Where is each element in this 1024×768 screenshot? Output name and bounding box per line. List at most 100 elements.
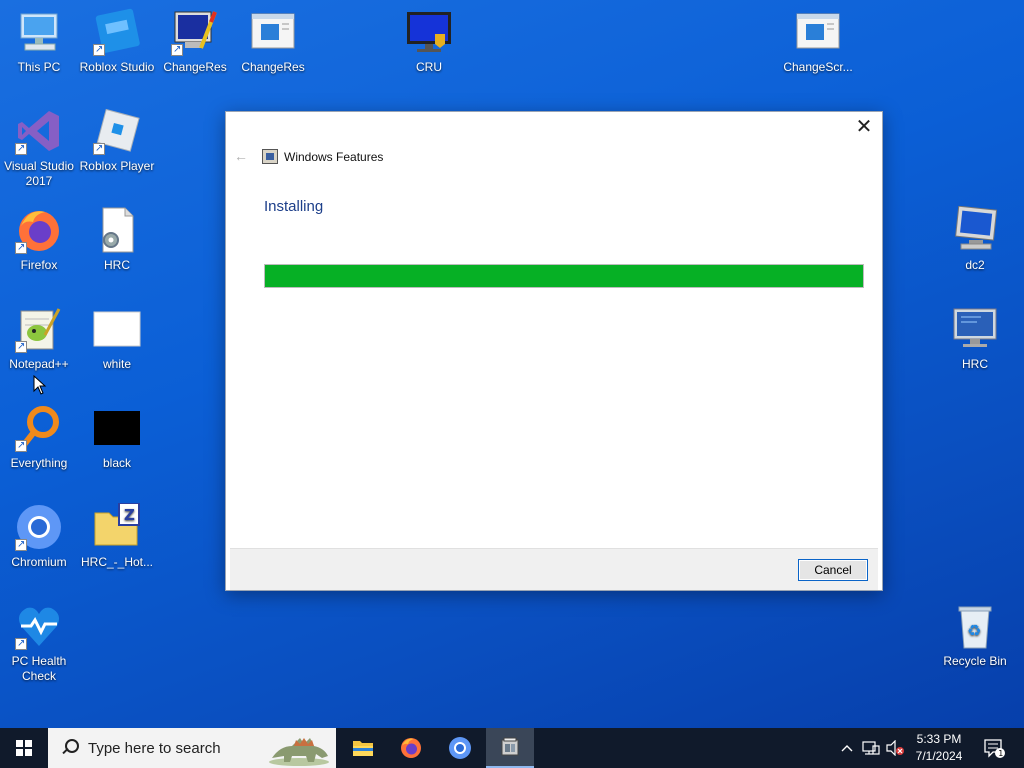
icon-label: HRC [104, 258, 130, 272]
this-pc-icon [15, 8, 63, 56]
windows-logo-icon [16, 740, 32, 756]
desktop-icon-changescreen[interactable]: ChangeScr... [779, 8, 857, 75]
cancel-button[interactable]: Cancel [798, 559, 868, 581]
dialog-footer: Cancel [230, 548, 878, 590]
visual-studio-icon [15, 107, 63, 156]
icon-label: Roblox Player [79, 159, 155, 173]
status-heading: Installing [264, 198, 324, 215]
icon-label: Notepad++ [9, 357, 69, 371]
windows-features-icon [501, 737, 519, 756]
changeres-window-icon [249, 8, 297, 56]
icon-label: black [102, 456, 131, 470]
desktop-icon-dc2[interactable]: dc2 [936, 205, 1014, 273]
svg-text:♻: ♻ [967, 621, 981, 640]
everything-search-icon [15, 404, 63, 453]
icon-label: CRU [416, 60, 442, 74]
firefox-icon [401, 738, 421, 758]
search-placeholder: Type here to search [88, 739, 221, 757]
desktop-icon-changeres-app[interactable]: ChangeRes [156, 8, 234, 75]
icon-label: HRC [962, 357, 988, 371]
icon-label: Chromium [11, 555, 67, 569]
icon-label: Everything [10, 456, 68, 470]
progress-bar [264, 264, 864, 288]
desktop-icon-hrc-monitor[interactable]: HRC [936, 305, 1014, 372]
taskbar-chromium[interactable] [436, 728, 484, 768]
network-icon [862, 741, 880, 755]
icon-label: white [102, 357, 131, 371]
hrc-monitor-icon [951, 305, 999, 353]
icon-label: ChangeRes [163, 60, 227, 74]
roblox-player-icon [93, 107, 141, 156]
taskbar-file-explorer[interactable] [339, 728, 387, 768]
changescreen-icon [794, 8, 842, 56]
black-image-icon [93, 404, 141, 452]
icon-label: This PC [17, 60, 61, 74]
desktop-icon-changeres-window[interactable]: ChangeRes [234, 8, 312, 75]
close-button[interactable]: ✕ [852, 116, 876, 140]
desktop-icon-pc-health[interactable]: PC Health Check [0, 602, 78, 684]
network-status[interactable] [860, 728, 882, 768]
icon-label: Visual Studio 2017 [4, 159, 74, 188]
white-image-icon [93, 305, 141, 353]
chevron-up-icon [841, 745, 853, 752]
search-box[interactable]: Type here to search [48, 728, 336, 768]
clock-date: 7/1/2024 [915, 749, 963, 763]
start-button[interactable] [0, 728, 48, 768]
icon-label: Recycle Bin [943, 654, 1007, 668]
desktop-icon-everything[interactable]: Everything [0, 404, 78, 471]
system-clock[interactable]: 5:33 PM 7/1/2024 [908, 731, 970, 765]
clock-time: 5:33 PM [916, 732, 962, 746]
desktop-icon-roblox-studio[interactable]: Roblox Studio [78, 8, 156, 75]
firefox-icon [15, 206, 63, 255]
desktop-icon-recycle-bin[interactable]: ♻ Recycle Bin [936, 602, 1014, 669]
search-icon [60, 738, 80, 758]
changeres-app-icon [171, 8, 219, 57]
desktop-icon-roblox-player[interactable]: Roblox Player [78, 107, 156, 174]
volume-muted-icon [886, 740, 904, 756]
cru-monitor-icon [405, 8, 453, 56]
remote-desktop-icon [951, 205, 999, 254]
icon-label: dc2 [965, 258, 985, 272]
taskbar: Type here to search 5:33 PM 7/1/2024 1 [0, 728, 1024, 768]
back-arrow-icon[interactable]: ← [234, 148, 248, 164]
desktop-icon-black[interactable]: black [78, 404, 156, 471]
file-explorer-icon [353, 741, 373, 756]
svg-text:Z: Z [124, 506, 135, 524]
desktop-icon-notepadpp[interactable]: Notepad++ [0, 305, 78, 372]
notepadpp-icon [15, 305, 63, 354]
notification-count-badge: 1 [998, 749, 1003, 758]
desktop-icon-white[interactable]: white [78, 305, 156, 372]
progress-fill [265, 265, 863, 287]
windows-features-dialog: ✕ ← Windows Features Installing Cancel [225, 111, 883, 591]
icon-label: PC Health Check [11, 654, 67, 683]
dialog-title-row: Windows Features [262, 149, 383, 164]
recycle-bin-icon: ♻ [951, 602, 999, 650]
desktop-icon-hrc-zip[interactable]: Z HRC_-_Hot... [78, 502, 156, 570]
windows-features-icon [262, 149, 278, 164]
dialog-title: Windows Features [284, 149, 384, 164]
desktop-icon-firefox[interactable]: Firefox [0, 206, 78, 273]
volume-status[interactable] [884, 728, 906, 768]
desktop-icon-this-pc[interactable]: This PC [0, 8, 78, 75]
notification-icon: 1 [984, 739, 1005, 758]
mouse-cursor-icon [33, 375, 47, 395]
icon-label: ChangeRes [241, 60, 305, 74]
desktop-icon-visual-studio[interactable]: Visual Studio 2017 [0, 107, 78, 189]
desktop-icon-cru[interactable]: CRU [390, 8, 468, 75]
desktop-icon-chromium[interactable]: Chromium [0, 503, 78, 570]
desktop-icon-hrc-file[interactable]: HRC [78, 206, 156, 273]
taskbar-firefox[interactable] [387, 728, 435, 768]
chromium-icon [15, 503, 63, 552]
taskbar-windows-features[interactable] [486, 728, 534, 768]
roblox-studio-icon [93, 8, 141, 57]
show-hidden-icons-button[interactable] [838, 728, 856, 768]
icon-label: Roblox Studio [79, 60, 155, 74]
icon-label: Firefox [20, 258, 58, 272]
pc-health-icon [15, 602, 63, 651]
icon-label: ChangeScr... [783, 60, 853, 74]
chromium-icon [449, 737, 471, 759]
notification-center-button[interactable]: 1 [978, 728, 1010, 768]
icon-label: HRC_-_Hot... [80, 555, 154, 569]
zip-folder-icon: Z [93, 502, 141, 551]
hrc-file-icon [93, 206, 141, 254]
